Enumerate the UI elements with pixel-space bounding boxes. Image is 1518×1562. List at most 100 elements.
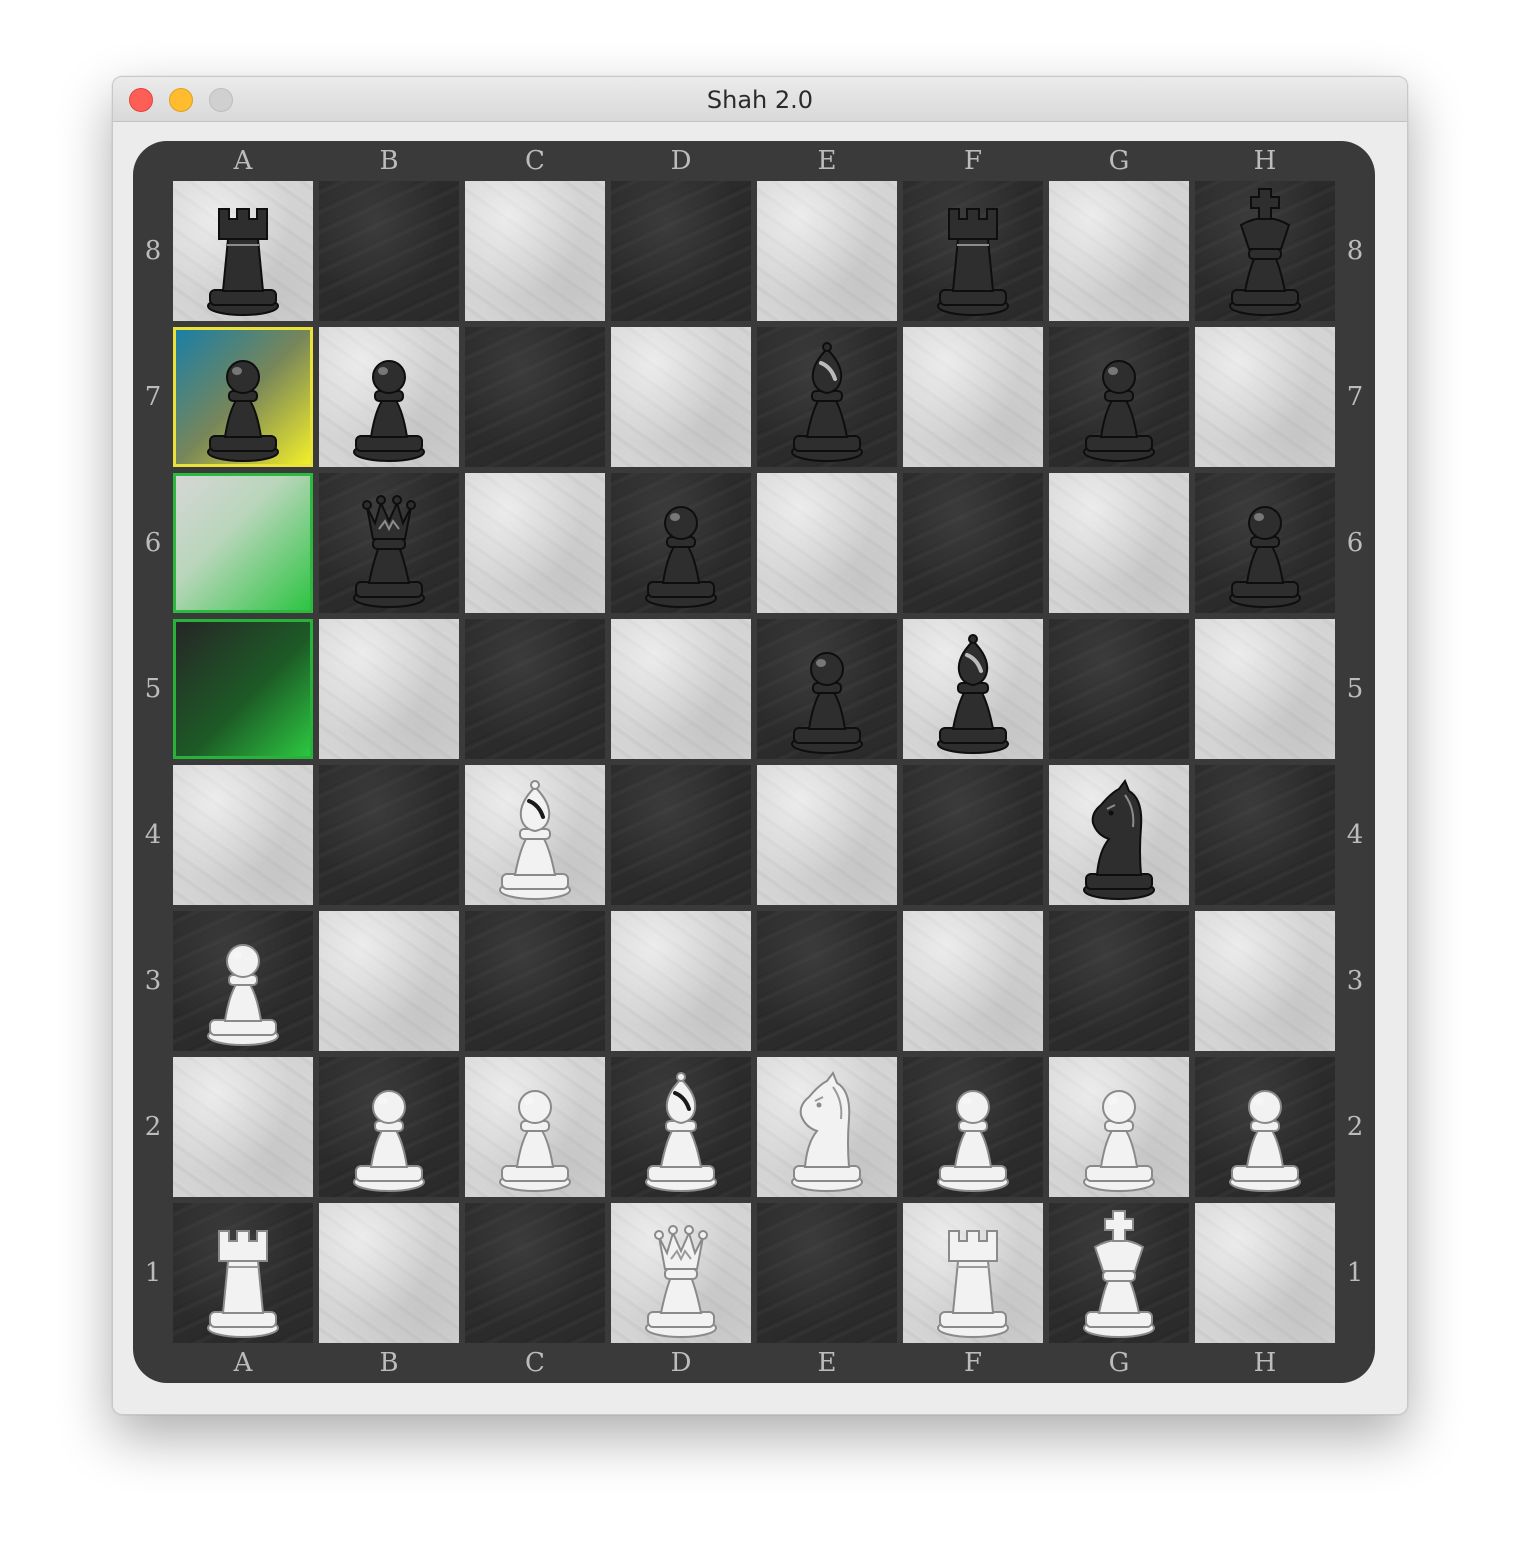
square-f8[interactable]: [903, 181, 1043, 321]
square-e4[interactable]: [757, 765, 897, 905]
square-d6[interactable]: [611, 473, 751, 613]
square-c2[interactable]: [465, 1057, 605, 1197]
square-b4[interactable]: [319, 765, 459, 905]
square-b6[interactable]: [319, 473, 459, 613]
square-f4[interactable]: [903, 765, 1043, 905]
square-c4[interactable]: [465, 765, 605, 905]
black-king-icon[interactable]: [1195, 181, 1335, 321]
white-bishop-icon[interactable]: [465, 765, 605, 905]
square-g1[interactable]: [1049, 1203, 1189, 1343]
square-g3[interactable]: [1049, 911, 1189, 1051]
square-a1[interactable]: [173, 1203, 313, 1343]
square-h1[interactable]: [1195, 1203, 1335, 1343]
black-rook-icon[interactable]: [903, 181, 1043, 321]
black-bishop-icon[interactable]: [903, 619, 1043, 759]
square-c1[interactable]: [465, 1203, 605, 1343]
square-d5[interactable]: [611, 619, 751, 759]
square-b7[interactable]: [319, 327, 459, 467]
square-e2[interactable]: [757, 1057, 897, 1197]
square-h4[interactable]: [1195, 765, 1335, 905]
square-c5[interactable]: [465, 619, 605, 759]
square-f1[interactable]: [903, 1203, 1043, 1343]
title-bar[interactable]: Shah 2.0: [113, 77, 1407, 122]
white-pawn-icon[interactable]: [1195, 1057, 1335, 1197]
rank-label-left-5: 5: [144, 674, 162, 704]
square-c6[interactable]: [465, 473, 605, 613]
rank-label-right-6: 6: [1346, 528, 1364, 558]
square-b1[interactable]: [319, 1203, 459, 1343]
black-bishop-icon[interactable]: [757, 327, 897, 467]
white-pawn-icon[interactable]: [319, 1057, 459, 1197]
square-e6[interactable]: [757, 473, 897, 613]
square-e7[interactable]: [757, 327, 897, 467]
square-b3[interactable]: [319, 911, 459, 1051]
black-pawn-icon[interactable]: [611, 473, 751, 613]
square-e8[interactable]: [757, 181, 897, 321]
black-pawn-icon[interactable]: [1049, 327, 1189, 467]
square-h3[interactable]: [1195, 911, 1335, 1051]
square-a8[interactable]: [173, 181, 313, 321]
square-d1[interactable]: [611, 1203, 751, 1343]
square-b8[interactable]: [319, 181, 459, 321]
square-h5[interactable]: [1195, 619, 1335, 759]
square-d8[interactable]: [611, 181, 751, 321]
file-label-bottom-e: E: [817, 1348, 837, 1378]
square-f2[interactable]: [903, 1057, 1043, 1197]
file-label-top-g: G: [1108, 146, 1130, 176]
black-rook-icon[interactable]: [173, 181, 313, 321]
square-g7[interactable]: [1049, 327, 1189, 467]
square-e1[interactable]: [757, 1203, 897, 1343]
square-a4[interactable]: [173, 765, 313, 905]
rank-label-right-8: 8: [1346, 236, 1364, 266]
square-f7[interactable]: [903, 327, 1043, 467]
square-b5[interactable]: [319, 619, 459, 759]
square-h8[interactable]: [1195, 181, 1335, 321]
white-pawn-icon[interactable]: [1049, 1057, 1189, 1197]
square-h7[interactable]: [1195, 327, 1335, 467]
square-a2[interactable]: [173, 1057, 313, 1197]
square-d7[interactable]: [611, 327, 751, 467]
square-g2[interactable]: [1049, 1057, 1189, 1197]
white-pawn-icon[interactable]: [903, 1057, 1043, 1197]
square-g5[interactable]: [1049, 619, 1189, 759]
file-label-bottom-a: A: [233, 1348, 253, 1378]
black-pawn-icon[interactable]: [757, 619, 897, 759]
square-a5[interactable]: [173, 619, 313, 759]
square-d2[interactable]: [611, 1057, 751, 1197]
square-f6[interactable]: [903, 473, 1043, 613]
white-rook-icon[interactable]: [903, 1203, 1043, 1343]
square-c3[interactable]: [465, 911, 605, 1051]
square-a3[interactable]: [173, 911, 313, 1051]
square-g8[interactable]: [1049, 181, 1189, 321]
square-a7[interactable]: [173, 327, 313, 467]
rank-label-left-8: 8: [144, 236, 162, 266]
rank-label-right-5: 5: [1346, 674, 1364, 704]
white-king-icon[interactable]: [1049, 1203, 1189, 1343]
square-f3[interactable]: [903, 911, 1043, 1051]
square-e3[interactable]: [757, 911, 897, 1051]
white-knight-icon[interactable]: [757, 1057, 897, 1197]
black-pawn-icon[interactable]: [319, 327, 459, 467]
square-b2[interactable]: [319, 1057, 459, 1197]
rank-label-left-7: 7: [144, 382, 162, 412]
square-g4[interactable]: [1049, 765, 1189, 905]
square-f5[interactable]: [903, 619, 1043, 759]
square-h6[interactable]: [1195, 473, 1335, 613]
square-d3[interactable]: [611, 911, 751, 1051]
square-a6[interactable]: [173, 473, 313, 613]
square-g6[interactable]: [1049, 473, 1189, 613]
black-pawn-icon[interactable]: [173, 327, 313, 467]
black-pawn-icon[interactable]: [1195, 473, 1335, 613]
square-h2[interactable]: [1195, 1057, 1335, 1197]
square-c8[interactable]: [465, 181, 605, 321]
black-queen-icon[interactable]: [319, 473, 459, 613]
square-e5[interactable]: [757, 619, 897, 759]
square-d4[interactable]: [611, 765, 751, 905]
white-pawn-icon[interactable]: [465, 1057, 605, 1197]
square-c7[interactable]: [465, 327, 605, 467]
white-pawn-icon[interactable]: [173, 911, 313, 1051]
white-rook-icon[interactable]: [173, 1203, 313, 1343]
white-bishop-icon[interactable]: [611, 1057, 751, 1197]
white-queen-icon[interactable]: [611, 1203, 751, 1343]
black-knight-icon[interactable]: [1049, 765, 1189, 905]
